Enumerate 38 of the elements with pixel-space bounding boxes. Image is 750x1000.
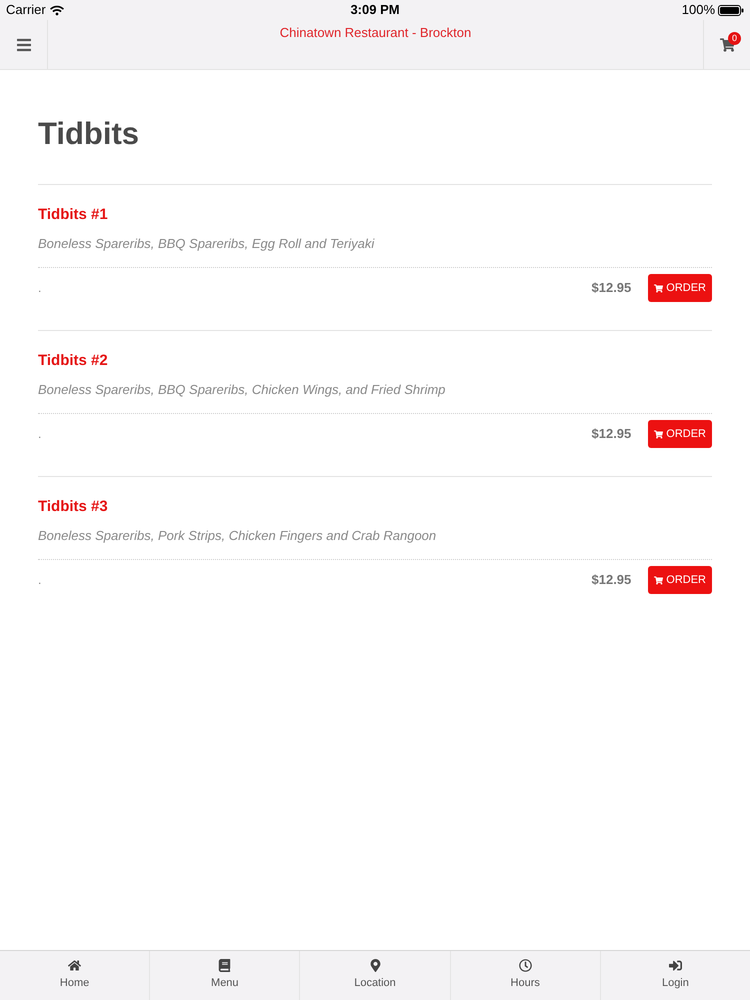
sign-in-icon xyxy=(668,959,682,972)
tab-bar-item[interactable]: Hours xyxy=(450,951,600,1000)
page-title: Tidbits xyxy=(38,116,140,152)
item-note-text: . xyxy=(38,280,42,297)
cart-icon xyxy=(654,576,664,584)
item-name: Tidbits #3 xyxy=(38,497,108,517)
wifi-icon xyxy=(50,4,64,16)
battery-icon xyxy=(718,4,744,16)
item-description: Boneless Spareribs, BBQ Spareribs, Chicken Wings, and Fried Shrimp xyxy=(38,381,446,399)
restaurant-title: Chinatown Restaurant - Brockton xyxy=(280,25,472,41)
tab-bar-item[interactable]: Home xyxy=(0,951,150,1000)
item-price: $12.95 xyxy=(592,279,632,298)
clock-icon xyxy=(518,959,532,972)
tab-bar-item[interactable]: Location xyxy=(299,951,450,1000)
cart-button[interactable]: 0 xyxy=(703,20,750,69)
tab-bar-item[interactable]: Login xyxy=(600,951,750,1000)
home-icon xyxy=(68,959,82,972)
order-button[interactable]: ORDER xyxy=(648,420,712,448)
item-name: Tidbits #2 xyxy=(38,351,108,371)
tab-bar-item[interactable]: Menu xyxy=(149,951,300,1000)
item-description: Boneless Spareribs, BBQ Spareribs, Egg Roll and Teriyaki xyxy=(38,235,374,253)
item-price: $12.95 xyxy=(592,425,632,444)
menu-icon xyxy=(16,36,32,52)
clock-text: 3:09 PM xyxy=(350,1,400,20)
item-price: $12.95 xyxy=(592,571,632,590)
cart-icon xyxy=(654,284,664,292)
item-note-text: . xyxy=(38,572,42,589)
map-pin-icon xyxy=(368,959,382,972)
book-icon xyxy=(218,959,232,972)
cart-count-badge: 0 xyxy=(728,32,741,45)
order-button[interactable]: ORDER xyxy=(648,566,712,594)
item-name: Tidbits #1 xyxy=(38,205,108,225)
carrier-text: Carrier xyxy=(6,1,46,20)
battery-percent-text: 100% xyxy=(682,1,716,20)
cart-icon xyxy=(654,430,664,438)
item-description: Boneless Spareribs, Pork Strips, Chicken Fingers and Crab Rangoon xyxy=(38,527,436,545)
item-note-text: . xyxy=(38,426,42,443)
order-button[interactable]: ORDER xyxy=(648,274,712,302)
